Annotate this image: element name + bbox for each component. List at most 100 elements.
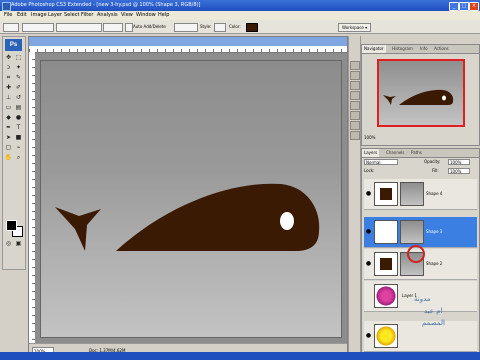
menu-edit[interactable]: Edit [17,12,27,19]
quick-mask-icon[interactable]: ◎ [4,240,13,248]
shape-color-swatch[interactable] [246,23,258,32]
shape-tool-icon[interactable]: ■ [14,134,23,142]
visibility-eye-icon[interactable]: ● [365,190,372,197]
options-bar: Auto Add/Delete Style: Color: Workspace … [0,20,480,34]
pen-tool-icon[interactable]: ✒ [4,124,13,132]
minimize-button[interactable]: _ [449,2,459,11]
layer-name: Shape 2 [426,261,443,266]
layer-name: Shape 3 [426,229,443,234]
gradient-tool-icon[interactable]: ▤ [14,104,23,112]
brush-tool-icon[interactable]: ✐ [14,84,23,92]
path-selection-icon[interactable]: ➤ [4,134,13,142]
tab-channels[interactable]: Channels [384,149,407,157]
dodge-tool-icon[interactable]: ● [14,114,23,122]
palette-icon-8[interactable] [350,131,360,140]
foreground-color[interactable] [6,220,17,231]
path-ops[interactable] [103,23,123,32]
type-tool-icon[interactable]: T [14,124,23,132]
document-title-bar[interactable] [29,37,347,46]
navigator-preview[interactable] [377,59,465,127]
style-label: Style: [200,24,212,29]
magic-wand-tool-icon[interactable]: ✦ [14,64,23,72]
visibility-eye-icon[interactable] [365,292,372,299]
style-picker[interactable] [214,23,226,32]
menu-window[interactable]: Window [136,12,156,19]
notes-tool-icon[interactable]: ▢ [4,144,13,152]
auto-add-delete-checkbox[interactable] [125,23,133,32]
palette-icon-2[interactable] [350,71,360,80]
horizontal-ruler [29,46,347,53]
menu-layer[interactable]: Layer [48,12,62,19]
slice-tool-icon[interactable]: ✎ [14,74,23,82]
maximize-button[interactable]: □ [459,2,469,11]
shape-mode-buttons[interactable] [22,23,54,32]
palette-icon-7[interactable] [350,121,360,130]
close-button[interactable]: × [469,2,479,11]
layer-thumbnail [374,182,398,206]
menu-select[interactable]: Select [64,12,79,19]
palette-icon-6[interactable] [350,111,360,120]
fill-field[interactable]: 100% [448,168,470,174]
visibility-eye-icon[interactable]: ● [365,228,372,235]
palette-icon-1[interactable] [350,61,360,70]
whale-eye [280,212,294,230]
menu-view[interactable]: View [121,12,133,19]
layer-thumbnail [374,324,398,348]
color-label: Color: [229,24,241,29]
hand-tool-icon[interactable]: ✋ [4,154,13,162]
tab-layers[interactable]: Layers [362,149,380,157]
history-brush-icon[interactable]: ↺ [14,94,23,102]
tool-preset-picker[interactable] [3,23,19,32]
path-tools[interactable] [56,23,102,32]
menu-filter[interactable]: Filter [81,12,93,19]
workspace-button[interactable]: Workspace ▾ [338,23,372,32]
tab-actions[interactable]: Actions [432,45,451,53]
palette-icon-5[interactable] [350,101,360,110]
photoshop-logo: Ps [5,39,22,51]
move-tool-icon[interactable]: ✥ [4,54,13,62]
tab-navigator[interactable]: Navigator [362,45,386,53]
palette-icon-3[interactable] [350,81,360,90]
eyedropper-tool-icon[interactable]: ⌁ [14,144,23,152]
layer-thumbnail [374,284,398,308]
layer-thumbnail [374,252,398,276]
crop-tool-icon[interactable]: ⌗ [4,74,13,82]
screen-mode-icon[interactable]: ▣ [14,240,23,248]
visibility-eye-icon[interactable]: ● [365,260,372,267]
auto-add-delete-label: Auto Add/Delete [133,24,166,29]
navigator-whale-thumb [383,89,454,105]
lock-label: Lock: [364,168,375,173]
lasso-tool-icon[interactable]: ↄ [4,64,13,72]
opacity-field[interactable]: 100% [448,159,470,165]
app-icon [2,2,11,11]
layer-row-layer-2[interactable]: ● [364,321,477,352]
path-combine-buttons[interactable] [174,23,198,32]
blend-mode-select[interactable]: Normal [364,159,398,165]
canvas[interactable] [41,61,341,337]
title-bar: Adobe Photoshop CS3 Extended - [new 3-hy… [0,0,480,11]
blur-tool-icon[interactable]: ◆ [4,114,13,122]
tab-info[interactable]: Info [418,45,430,53]
document-window: 100% Doc: 1.37M/4.62M [28,36,348,358]
vector-mask-thumbnail [400,220,424,244]
eraser-tool-icon[interactable]: ▭ [4,104,13,112]
visibility-eye-icon[interactable]: ● [365,332,372,339]
navigator-zoom-row: 100% [364,135,477,141]
marquee-tool-icon[interactable]: ⬚ [14,54,23,62]
clone-stamp-icon[interactable]: ⊥ [4,94,13,102]
tab-paths[interactable]: Paths [409,149,424,157]
collapsed-palette-dock [348,36,361,356]
layer-row-shape-4[interactable]: ● Shape 4 [364,179,477,210]
layer-thumbnail [374,220,398,244]
healing-brush-icon[interactable]: ✚ [4,84,13,92]
palette-icon-4[interactable] [350,91,360,100]
layer-row-shape-3[interactable]: ● Shape 3 [364,217,477,248]
menu-file[interactable]: File [4,12,12,19]
menu-help[interactable]: Help [158,12,169,19]
tab-histogram[interactable]: Histogram [390,45,415,53]
layers-tabs: Layers Channels Paths [362,149,479,158]
navigator-zoom-value[interactable]: 100% [364,135,375,140]
zoom-tool-icon[interactable]: ⌕ [14,154,23,162]
menu-image[interactable]: Image [31,12,47,19]
menu-analysis[interactable]: Analysis [97,12,118,19]
